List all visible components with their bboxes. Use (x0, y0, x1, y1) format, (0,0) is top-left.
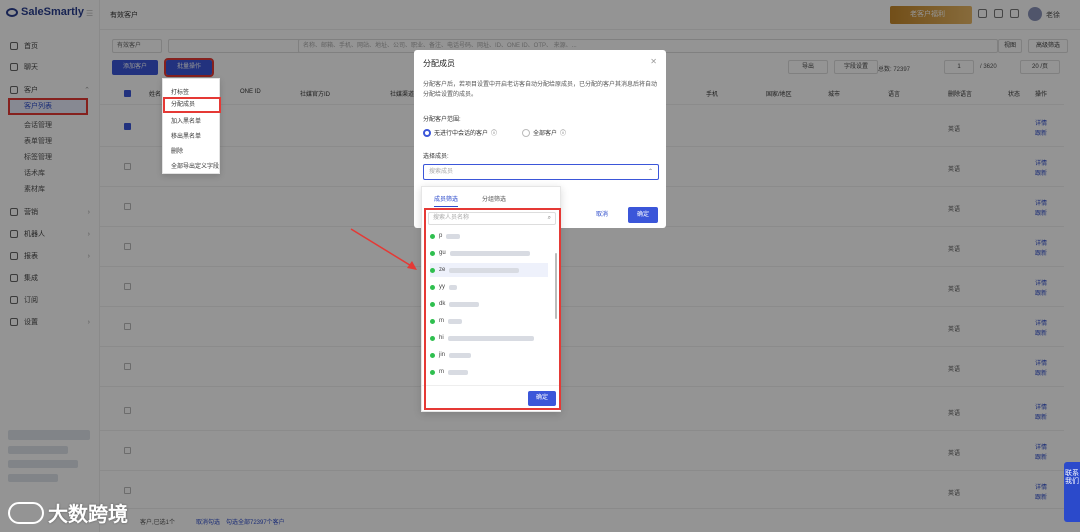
annotation-arrow (350, 228, 417, 270)
menu-item-blacklist[interactable]: 加入黑名单 (171, 116, 201, 125)
watermark: 大数跨境 (8, 498, 128, 527)
contact-us-tab[interactable]: 联系我们 (1064, 462, 1080, 522)
info-icon: ⓘ (560, 131, 567, 137)
search-icon: ⌕ (547, 215, 551, 221)
arrow-head (407, 261, 417, 270)
online-dot-icon (430, 301, 435, 307)
member-item[interactable]: m (430, 365, 548, 379)
scope-label: 分配客户范围: (423, 117, 461, 123)
online-dot-icon (430, 284, 435, 290)
modal-cancel-button[interactable]: 取消 (596, 209, 608, 218)
member-item[interactable]: dk (430, 297, 548, 311)
radio-unchecked-icon (522, 128, 530, 137)
online-dot-icon (430, 267, 435, 273)
member-label: 选择成员: (423, 154, 449, 160)
tab-group-filter[interactable]: 分组筛选 (482, 194, 506, 203)
member-search-input[interactable]: 搜索人员名称 ⌕ (428, 212, 556, 225)
watermark-logo-icon (8, 501, 44, 524)
member-panel-ok-button[interactable]: 确定 (528, 391, 556, 406)
menu-item-custom-field[interactable]: 全部导出定义字段 (171, 161, 219, 170)
close-icon[interactable]: ✕ (650, 57, 657, 66)
info-icon: ⓘ (491, 131, 498, 137)
modal-title: 分配成员 (423, 59, 455, 68)
online-dot-icon (430, 250, 435, 256)
tab-member-filter[interactable]: 成员筛选 (434, 194, 459, 207)
online-dot-icon (430, 318, 435, 324)
member-picker-panel: 成员筛选 分组筛选 搜索人员名称 ⌕ p gu ze yy dk m hi ji… (421, 186, 561, 412)
online-dot-icon (430, 233, 435, 239)
member-item[interactable]: m (430, 314, 548, 328)
radio-checked-icon (423, 128, 431, 137)
member-item[interactable]: jin (430, 348, 548, 362)
online-dot-icon (430, 369, 435, 375)
arrow-line (350, 228, 414, 268)
modal-description: 分配客户后，若项目设置中开启老访客自动分配给原成员，已分配的客户其消息后将自动分… (423, 82, 658, 98)
online-dot-icon (430, 335, 435, 341)
member-list-scrollbar[interactable] (555, 253, 557, 319)
menu-item-assign-member[interactable]: 分配成员 (163, 97, 221, 113)
member-item[interactable]: ze (430, 263, 548, 277)
menu-item-delete[interactable]: 删除 (171, 146, 183, 155)
scope-radio-all[interactable]: 全部客户 ⓘ (522, 128, 566, 137)
member-item[interactable]: gu (430, 246, 548, 260)
panel-divider (422, 385, 560, 386)
chevron-up-icon: ⌃ (647, 169, 653, 175)
scope-radio-no-session[interactable]: 无进行中会话的客户 ⓘ (423, 128, 497, 137)
member-item[interactable]: p (430, 229, 548, 243)
batch-operation-menu: 打标签 分配成员 加入黑名单 移出黑名单 删除 全部导出定义字段 (162, 78, 221, 174)
member-select[interactable]: 搜索成员 ⌃ (423, 164, 659, 180)
member-item[interactable]: hi (430, 331, 548, 345)
menu-item-remove-blacklist[interactable]: 移出黑名单 (171, 131, 201, 140)
menu-item-tag[interactable]: 打标签 (171, 87, 189, 96)
online-dot-icon (430, 352, 435, 358)
member-item[interactable]: yy (430, 280, 548, 294)
modal-ok-button[interactable]: 确定 (628, 207, 658, 223)
